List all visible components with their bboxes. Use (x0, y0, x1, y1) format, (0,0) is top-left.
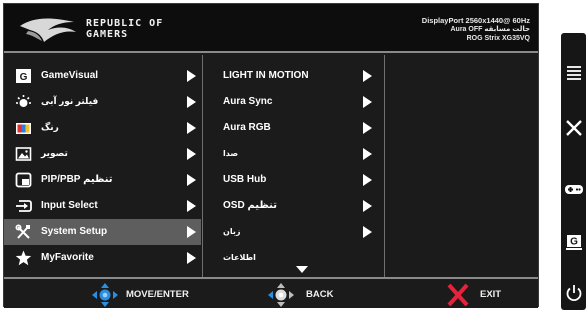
menu-item-gamevisual[interactable]: G GameVisual (4, 63, 201, 89)
menu-item-myfavorite[interactable]: MyFavorite (4, 245, 201, 271)
submenu-item-osd-setup[interactable]: OSD تنظیم (203, 193, 384, 219)
menu-icon[interactable] (564, 62, 584, 82)
submenu-item-light-in-motion[interactable]: LIGHT IN MOTION (203, 63, 384, 89)
submenu-item-label: صدا (223, 149, 239, 158)
chevron-right-icon (363, 226, 372, 238)
menu-item-label: Input Select (41, 200, 98, 211)
menu-item-image[interactable]: تصویر (4, 141, 201, 167)
option-panel (386, 55, 540, 277)
mode-info: Aura OFF حالت مسابقه (450, 26, 531, 33)
chevron-right-icon (187, 200, 196, 212)
chevron-right-icon (187, 70, 196, 82)
joystick-back-icon (268, 283, 294, 307)
gamevisual-icon: G (16, 69, 31, 83)
menu-item-color[interactable]: رنگ (4, 115, 201, 141)
osd-menu: REPUBLIC OF GAMERS DisplayPort 2560x1440… (3, 3, 539, 308)
osd-footer: MOVE/ENTER BACK EXIT (4, 277, 538, 308)
menu-item-label: رنگ (41, 122, 59, 132)
menu-item-pip-pbp[interactable]: PIP/PBP تنظیم (4, 167, 201, 193)
color-icon (16, 123, 31, 134)
exit-label: EXIT (480, 289, 502, 300)
chevron-right-icon (363, 122, 372, 134)
hotkey-sidebar: G (561, 33, 586, 310)
submenu-item-label: LIGHT IN MOTION (223, 70, 309, 81)
exit-icon (447, 283, 469, 307)
brand-line1: REPUBLIC OF (86, 18, 164, 29)
sub-menu: LIGHT IN MOTION Aura Sync Aura RGB صدا U… (202, 55, 385, 277)
menu-item-label: PIP/PBP تنظیم (41, 174, 113, 185)
submenu-item-usb-hub[interactable]: USB Hub (203, 167, 384, 193)
menu-item-label: MyFavorite (41, 252, 94, 263)
chevron-right-icon (187, 174, 196, 186)
submenu-item-information[interactable]: اطلاعات (203, 245, 384, 271)
scroll-down-icon[interactable] (296, 266, 308, 273)
submenu-item-label: Aura Sync (223, 96, 273, 107)
system-setup-icon (15, 224, 30, 239)
blue-light-icon (16, 95, 31, 107)
power-icon[interactable] (564, 283, 584, 303)
chevron-right-icon (363, 174, 372, 186)
menu-item-label: فیلتر نور آبی (41, 96, 99, 106)
joystick-move-icon (92, 283, 118, 307)
submenu-item-sound[interactable]: صدا (203, 141, 384, 167)
pip-icon (15, 172, 32, 188)
chevron-right-icon (187, 96, 196, 108)
gameplus-icon[interactable] (564, 179, 584, 199)
chevron-right-icon (363, 200, 372, 212)
move-enter-label: MOVE/ENTER (126, 289, 189, 300)
menu-item-label: GameVisual (41, 70, 99, 81)
menu-area: G GameVisual فیلتر نور آبی رنگ تصویر PIP… (4, 55, 538, 277)
svg-text:G: G (20, 72, 28, 83)
brand-text: REPUBLIC OF GAMERS (86, 18, 163, 40)
back-label: BACK (306, 289, 334, 300)
main-menu: G GameVisual فیلتر نور آبی رنگ تصویر PIP… (4, 55, 201, 277)
submenu-item-label: اطلاعات (223, 253, 256, 262)
rog-logo-icon (20, 18, 76, 42)
submenu-item-label: زبان (223, 227, 241, 236)
submenu-item-aura-sync[interactable]: Aura Sync (203, 89, 384, 115)
status-info: DisplayPort 2560x1440@ 60Hz Aura OFF حال… (422, 16, 530, 43)
image-icon (15, 147, 32, 161)
chevron-right-icon (363, 70, 372, 82)
submenu-item-label: USB Hub (223, 174, 267, 185)
submenu-item-label: Aura RGB (223, 122, 271, 133)
gamevisual-hotkey-icon[interactable]: G (564, 232, 584, 252)
brand-line2: GAMERS (86, 29, 129, 40)
close-icon[interactable] (564, 118, 584, 138)
chevron-right-icon (363, 96, 372, 108)
osd-header: REPUBLIC OF GAMERS DisplayPort 2560x1440… (4, 4, 538, 53)
menu-item-blue-light-filter[interactable]: فیلتر نور آبی (4, 89, 201, 115)
menu-item-input-select[interactable]: Input Select (4, 193, 201, 219)
svg-text:G: G (570, 237, 578, 248)
star-icon (15, 250, 32, 266)
submenu-item-language[interactable]: زبان (203, 219, 384, 245)
chevron-right-icon (187, 252, 196, 264)
signal-info: DisplayPort 2560x1440@ 60Hz (421, 16, 530, 25)
chevron-right-icon (187, 148, 196, 160)
submenu-item-label: OSD تنظیم (223, 200, 277, 211)
chevron-right-icon (187, 226, 196, 238)
menu-item-label: تصویر (41, 148, 68, 158)
menu-item-system-setup[interactable]: System Setup (4, 219, 201, 245)
menu-item-label: System Setup (41, 226, 108, 237)
input-select-icon (16, 200, 32, 212)
chevron-right-icon (363, 148, 372, 160)
chevron-right-icon (187, 122, 196, 134)
model-info: ROG Strix XG35VQ (466, 35, 530, 42)
submenu-item-aura-rgb[interactable]: Aura RGB (203, 115, 384, 141)
